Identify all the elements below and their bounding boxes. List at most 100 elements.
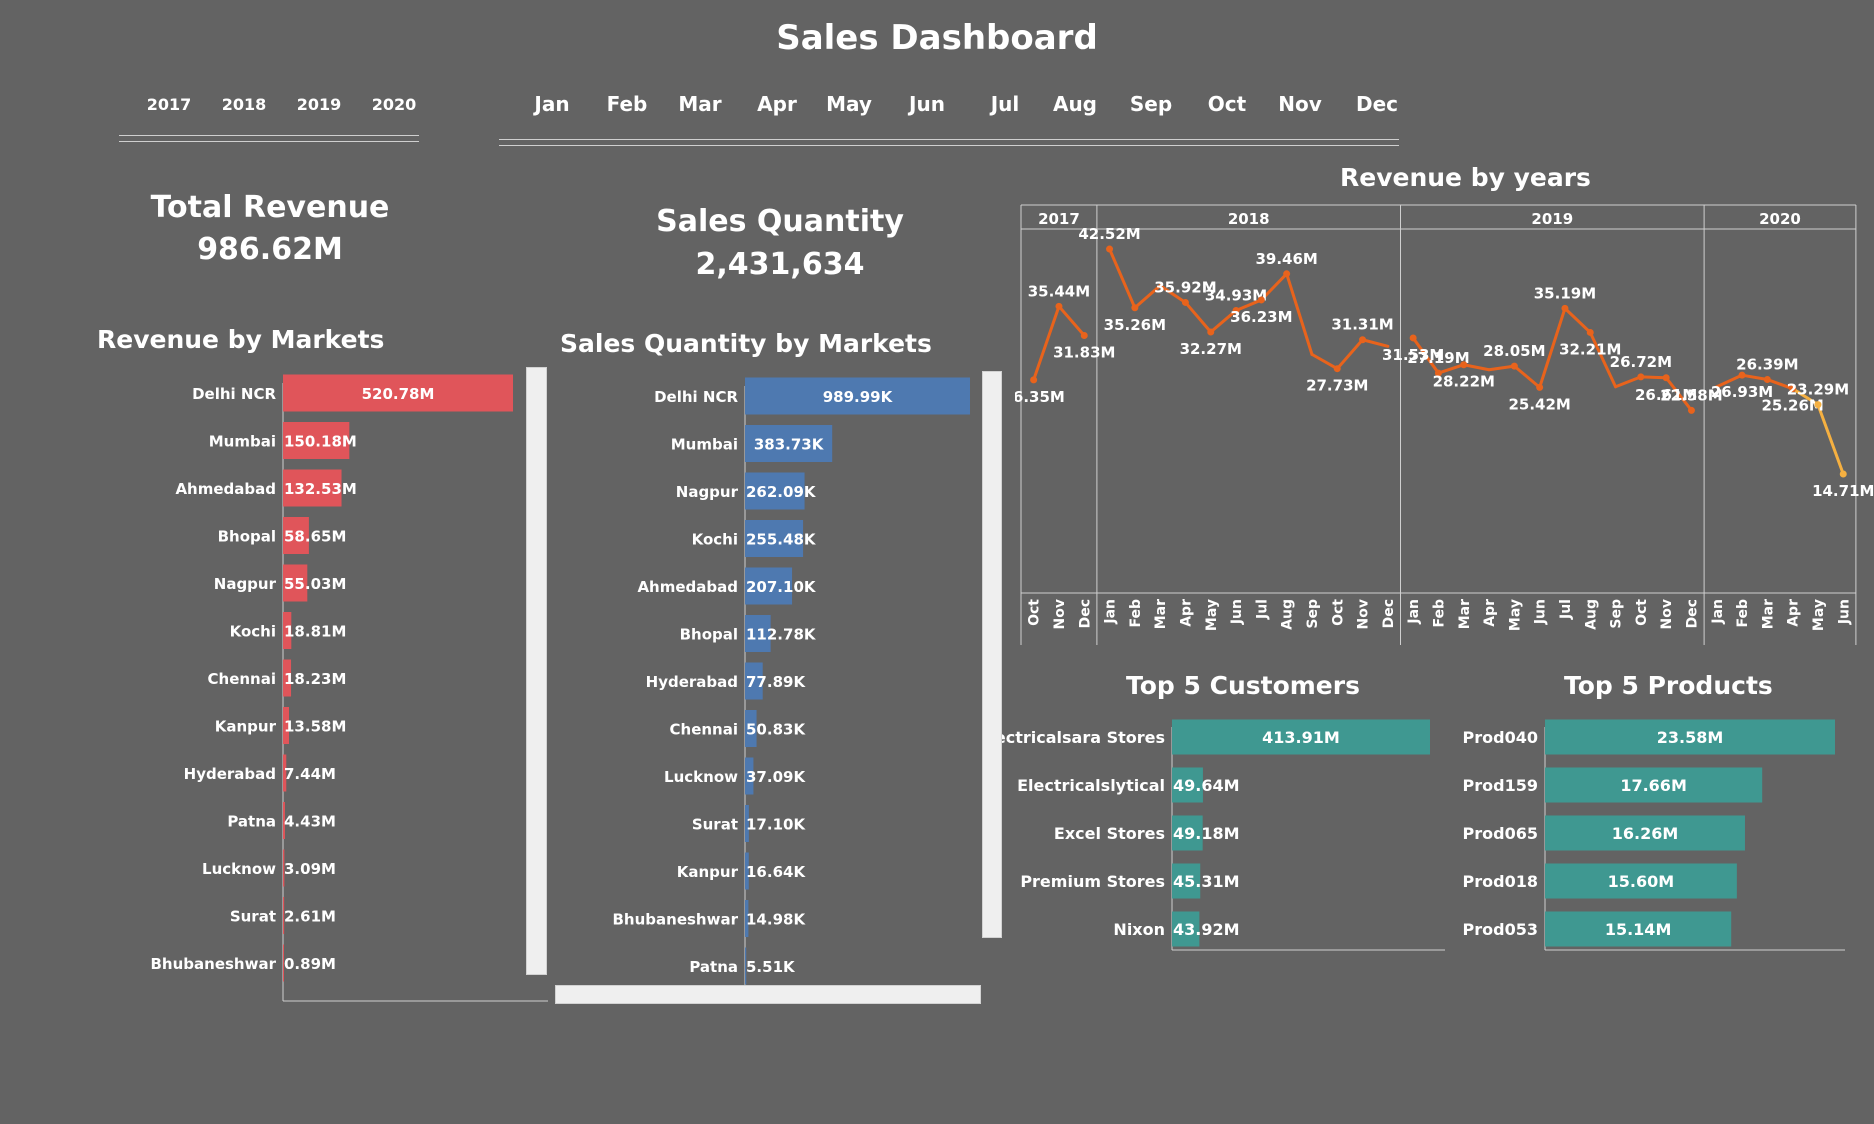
- rev-years-month-tick-2019-jun: Jun: [1533, 599, 1549, 625]
- rev-years-point-2018-nov[interactable]: [1359, 336, 1367, 344]
- year-filter-2020[interactable]: 2020: [364, 95, 424, 114]
- rev-years-point-2017-oct[interactable]: [1030, 376, 1038, 384]
- rev-years-point-label-2020-may: 23.29M: [1787, 381, 1849, 399]
- rev-years-point-2019-jun[interactable]: [1536, 383, 1544, 391]
- rev-years-point-2019-mar[interactable]: [1460, 361, 1468, 369]
- rev-years-point-2018-jul[interactable]: [1257, 296, 1265, 304]
- month-filter-jun[interactable]: Jun: [895, 92, 959, 116]
- rev-years-point-2017-dec[interactable]: [1080, 332, 1088, 340]
- rev-years-point-label-2017-nov: 35.44M: [1028, 282, 1090, 300]
- rev-years-point-2018-feb[interactable]: [1131, 304, 1139, 312]
- rev-years-point-2018-may[interactable]: [1207, 328, 1215, 336]
- top5-products-title: Top 5 Products: [1564, 671, 1773, 700]
- rev-markets-value-label-patna: 4.43M: [284, 813, 336, 831]
- rev-years-point-label-2020-mar: 26.39M: [1736, 356, 1798, 374]
- rev-years-point-2019-aug[interactable]: [1586, 328, 1594, 336]
- top-prod-value-label-prod040: 23.58M: [1657, 728, 1724, 747]
- month-filter-jan[interactable]: Jan: [520, 92, 584, 116]
- quantity-markets-scrollbar[interactable]: [982, 371, 1002, 938]
- rev-years-point-2017-nov[interactable]: [1055, 302, 1063, 310]
- month-filter-mar[interactable]: Mar: [668, 92, 732, 116]
- rev-years-point-2019-oct[interactable]: [1637, 373, 1645, 381]
- rev-markets-value-label-chennai: 18.23M: [284, 670, 346, 688]
- rev-years-month-tick-2019-nov: Nov: [1659, 599, 1675, 629]
- top-prod-category-prod053: Prod053: [1463, 920, 1538, 939]
- revenue-by-markets-chart: Delhi NCR 520.78M Mumbai 150.18M Ahmedabad 13…: [151, 374, 548, 1006]
- quantity-markets-hscrollbar[interactable]: [555, 985, 981, 1004]
- top5-products-chart: Prod040 23.58M Prod159 17.66M Prod065 16.26M P…: [1463, 719, 1845, 951]
- rev-years-point-label-2019-may: 28.05M: [1483, 342, 1545, 360]
- rev-markets-category-bengaluru: Bengaluru: [189, 1003, 276, 1006]
- rev-years-point-2018-oct[interactable]: [1333, 365, 1341, 373]
- rev-years-month-tick-2019-feb: Feb: [1431, 599, 1447, 628]
- rev-years-point-2018-aug[interactable]: [1283, 270, 1291, 278]
- rev-years-point-label-2019-oct: 26.72M: [1610, 353, 1672, 371]
- dashboard-title: Sales Dashboard: [776, 18, 1098, 58]
- rev-markets-value-label-kochi: 18.81M: [284, 623, 346, 641]
- rev-years-year-header-2020: 2020: [1759, 210, 1801, 228]
- rev-years-month-tick-2020-jun: Jun: [1836, 599, 1852, 625]
- top-prod-value-label-prod018: 15.60M: [1608, 872, 1675, 891]
- rev-years-point-2020-jun[interactable]: [1839, 470, 1847, 478]
- rev-years-month-tick-2019-may: May: [1507, 599, 1523, 631]
- rev-years-month-tick-2017-oct: Oct: [1027, 599, 1043, 626]
- rev-markets-category-kochi: Kochi: [230, 623, 276, 641]
- rev-years-point-2020-may[interactable]: [1814, 401, 1822, 409]
- rev-markets-category-kanpur: Kanpur: [215, 718, 277, 736]
- qty-markets-category-nagpur: Nagpur: [676, 483, 739, 501]
- month-filter-dec[interactable]: Dec: [1345, 92, 1409, 116]
- top-prod-value-label-prod159: 17.66M: [1620, 776, 1687, 795]
- revenue-markets-scrollbar[interactable]: [526, 367, 547, 975]
- rev-years-point-2019-may[interactable]: [1510, 362, 1518, 370]
- rev-years-month-tick-2018-nov: Nov: [1356, 599, 1372, 629]
- rev-years-point-2019-dec[interactable]: [1687, 406, 1695, 414]
- rev-markets-category-nagpur: Nagpur: [214, 575, 277, 593]
- month-filter-jul[interactable]: Jul: [973, 92, 1037, 116]
- year-filter-underline: [119, 135, 419, 142]
- rev-years-month-tick-2020-may: May: [1811, 599, 1827, 631]
- rev-years-point-2019-jan[interactable]: [1409, 334, 1417, 342]
- qty-markets-value-label-bhubaneshwar: 14.98K: [746, 911, 806, 929]
- qty-markets-category-hyderabad: Hyderabad: [646, 673, 738, 691]
- qty-markets-category-surat: Surat: [692, 816, 738, 834]
- rev-years-point-label-2018-nov: 31.31M: [1331, 316, 1393, 334]
- qty-markets-category-mumbai: Mumbai: [671, 436, 738, 454]
- month-filter-apr[interactable]: Apr: [745, 92, 809, 116]
- rev-years-point-2018-apr[interactable]: [1181, 298, 1189, 306]
- top-cust-category-excel-stores: Excel Stores: [1054, 824, 1165, 843]
- rev-years-month-tick-2020-jan: Jan: [1710, 599, 1726, 625]
- rev-markets-category-bhopal: Bhopal: [218, 528, 276, 546]
- month-filter-sep[interactable]: Sep: [1119, 92, 1183, 116]
- month-filter-may[interactable]: May: [817, 92, 881, 116]
- rev-years-segment-2017-1: [1057, 304, 1086, 338]
- year-filter-2018[interactable]: 2018: [214, 95, 274, 114]
- month-filter-aug[interactable]: Aug: [1043, 92, 1107, 116]
- top5-customers-chart: Electricalsara Stores 413.91M Electricalsl…: [995, 719, 1445, 951]
- qty-markets-value-label-patna: 5.51K: [746, 958, 796, 976]
- revenue-by-years-chart: 2017 Oct Nov Dec 2018 Jan Feb Mar Apr May Jun Jul Au…: [1015, 204, 1874, 645]
- qty-markets-category-ahmedabad: Ahmedabad: [637, 578, 738, 596]
- qty-markets-value-label-bhopal: 112.78K: [746, 626, 817, 644]
- month-filter-nov[interactable]: Nov: [1268, 92, 1332, 116]
- rev-markets-value-label-mumbai: 150.18M: [284, 433, 357, 451]
- rev-years-month-tick-2018-mar: Mar: [1153, 599, 1169, 629]
- rev-years-point-2019-jul[interactable]: [1561, 304, 1569, 312]
- rev-years-point-label-2018-may: 32.27M: [1180, 340, 1242, 358]
- qty-markets-category-bhubaneshwar: Bhubaneshwar: [613, 911, 739, 929]
- qty-markets-value-label-mumbai: 383.73K: [754, 436, 825, 454]
- qty-markets-category-kanpur: Kanpur: [677, 863, 739, 881]
- top-prod-category-prod018: Prod018: [1463, 872, 1538, 891]
- rev-years-point-2020-mar[interactable]: [1763, 376, 1771, 384]
- rev-years-point-2019-nov[interactable]: [1662, 374, 1670, 382]
- rev-years-month-tick-2019-oct: Oct: [1634, 599, 1650, 626]
- year-filter-2019[interactable]: 2019: [289, 95, 349, 114]
- rev-years-segment-2018-3: [1183, 300, 1213, 334]
- month-filter-feb[interactable]: Feb: [595, 92, 659, 116]
- qty-markets-value-label-ahmedabad: 207.10K: [746, 578, 817, 596]
- rev-years-point-2018-jan[interactable]: [1106, 245, 1114, 253]
- month-filter-oct[interactable]: Oct: [1195, 92, 1259, 116]
- rev-markets-value-label-bhopal: 58.65M: [284, 528, 346, 546]
- qty-markets-value-label-lucknow: 37.09K: [746, 768, 806, 786]
- top-cust-category-electricalslytical: Electricalslytical: [1017, 776, 1165, 795]
- year-filter-2017[interactable]: 2017: [139, 95, 199, 114]
